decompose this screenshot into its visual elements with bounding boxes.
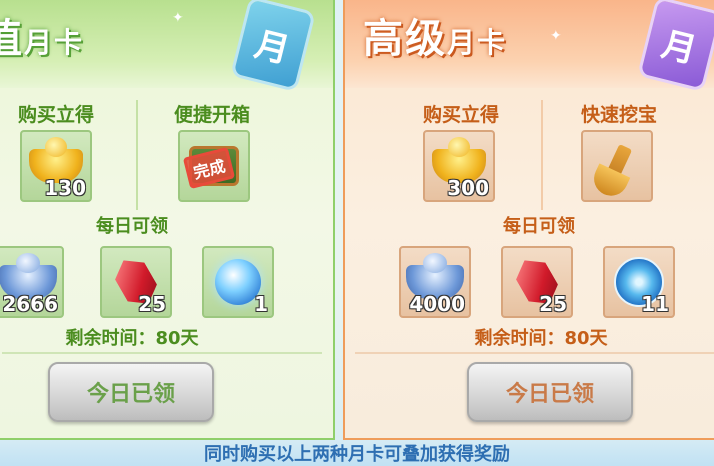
- item-quantity: 130: [44, 176, 86, 200]
- section-divider: [136, 100, 138, 210]
- monthly-card-premium: 高级月卡 月 ✦ 购买立得 快速挖宝 300 每日可领 4000 25 11 剩…: [343, 0, 714, 440]
- daily-claim-label: 每日可领: [96, 216, 168, 237]
- card-title-suffix: 月卡: [447, 26, 508, 59]
- shovel-icon: [601, 144, 633, 188]
- badge-char: 月: [657, 23, 701, 71]
- item-quantity: 25: [138, 292, 166, 316]
- daily-item-tile[interactable]: 11: [603, 246, 675, 318]
- card-title-main: 高级: [363, 15, 447, 62]
- divider: [355, 352, 714, 354]
- stacking-reward-note: 同时购买以上两种月卡可叠加获得奖励: [0, 440, 714, 466]
- claimed-today-button[interactable]: 今日已领: [467, 362, 633, 422]
- item-quantity: 4000: [409, 292, 465, 316]
- purchase-reward-tile[interactable]: 300: [423, 130, 495, 202]
- section-label-quick-open: 便捷开箱: [173, 104, 250, 126]
- remaining-time: 剩余时间：80天: [65, 328, 199, 349]
- sparkle-icon: ✦: [172, 10, 184, 26]
- daily-claim-label: 每日可领: [503, 216, 575, 237]
- quick-open-tile[interactable]: 完成: [178, 130, 250, 202]
- sparkle-icon: ✦: [550, 28, 562, 44]
- claimed-today-button[interactable]: 今日已领: [48, 362, 214, 422]
- card-title-suffix: 月卡: [24, 26, 85, 59]
- quick-dig-tile[interactable]: [581, 130, 653, 202]
- section-label-quick-dig: 快速挖宝: [580, 104, 657, 126]
- daily-item-tile[interactable]: 2666: [0, 246, 64, 318]
- item-quantity: 2666: [2, 292, 58, 316]
- card-header: 高级月卡 月 ✦: [345, 0, 714, 89]
- daily-item-tile[interactable]: 4000: [399, 246, 471, 318]
- daily-item-tile[interactable]: 25: [501, 246, 573, 318]
- card-title: 高级月卡: [363, 6, 507, 64]
- item-quantity: 25: [539, 292, 567, 316]
- item-quantity: 300: [447, 176, 489, 200]
- daily-item-tile[interactable]: 1: [202, 246, 274, 318]
- monthly-card-value: 值月卡 月 ✦ 购买立得 便捷开箱 130 完成 每日可领 2666 25 1 …: [0, 0, 335, 440]
- divider: [2, 352, 322, 354]
- card-title: 值月卡: [0, 6, 84, 64]
- badge-char: 月: [250, 23, 294, 71]
- remaining-time: 剩余时间：80天: [474, 328, 608, 349]
- purchase-reward-tile[interactable]: 130: [20, 130, 92, 202]
- section-label-buy-instant: 购买立得: [17, 104, 94, 126]
- item-quantity: 1: [254, 292, 268, 316]
- item-quantity: 11: [641, 292, 669, 316]
- month-card-badge-icon: 月: [640, 0, 714, 89]
- card-header: 值月卡 月 ✦: [0, 0, 333, 89]
- section-label-buy-instant: 购买立得: [422, 104, 499, 126]
- daily-item-tile[interactable]: 25: [100, 246, 172, 318]
- month-card-badge-icon: 月: [233, 0, 313, 89]
- card-title-main: 值: [0, 15, 24, 62]
- section-divider: [541, 100, 543, 210]
